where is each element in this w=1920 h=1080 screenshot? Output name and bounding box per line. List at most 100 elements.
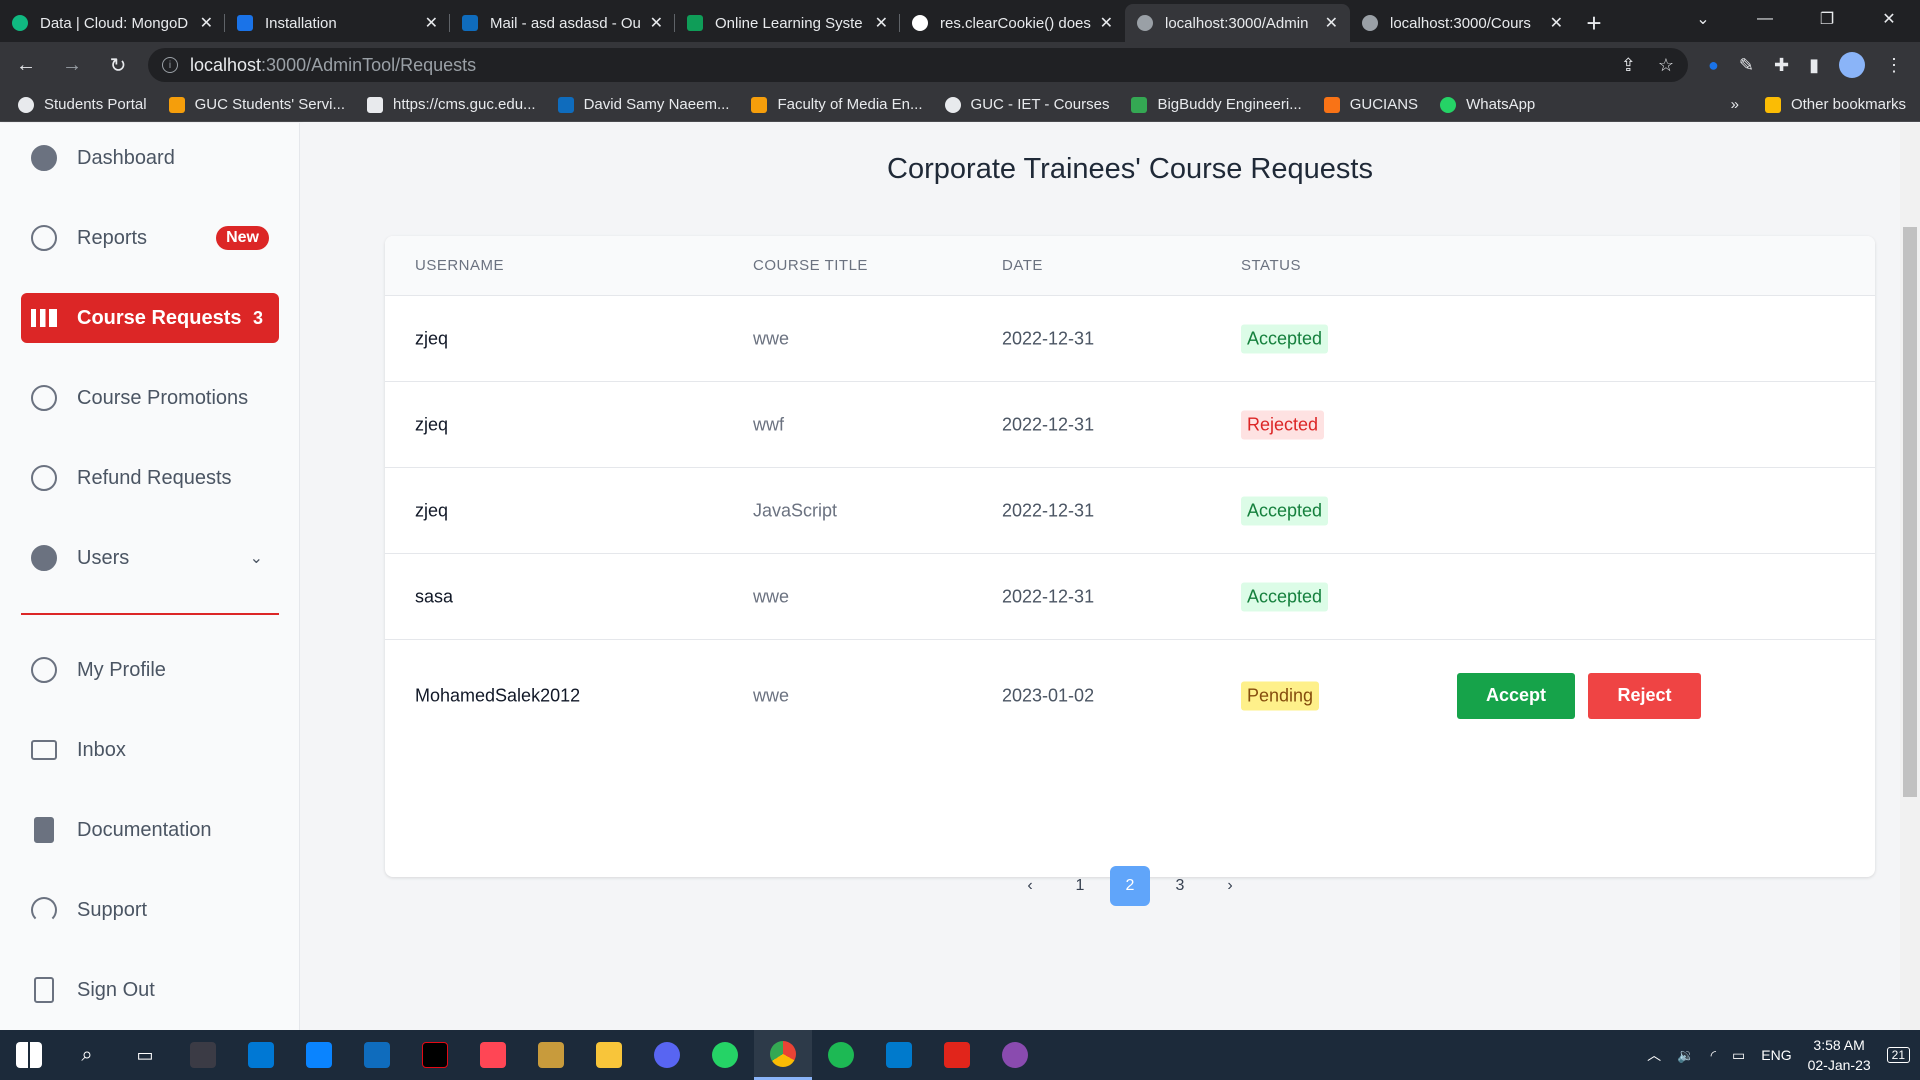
- predator-icon[interactable]: [174, 1030, 232, 1080]
- netflix-icon[interactable]: [406, 1030, 464, 1080]
- restore-icon[interactable]: ❐: [1796, 0, 1858, 38]
- sidebar-item-support[interactable]: Support: [21, 885, 279, 935]
- tab-search-icon[interactable]: ⌄: [1672, 0, 1734, 38]
- reject-button[interactable]: Reject: [1588, 672, 1701, 719]
- vscode-icon[interactable]: [870, 1030, 928, 1080]
- system-tray: ︿ 🔉 ◜ ▭ ENG 3:58 AM 02-Jan-23 21: [1647, 1035, 1920, 1075]
- valorant-icon[interactable]: [464, 1030, 522, 1080]
- close-icon[interactable]: ✕: [1325, 13, 1338, 33]
- spotify-icon[interactable]: [812, 1030, 870, 1080]
- sidebar-item-course-promotions[interactable]: Course Promotions: [21, 373, 279, 423]
- browser-tab[interactable]: Mail - asd asdasd - Ou ✕: [450, 4, 675, 42]
- page-button[interactable]: 1: [1060, 866, 1100, 906]
- bookmark[interactable]: WhatsApp: [1440, 96, 1535, 113]
- browser-tab[interactable]: Installation ✕: [225, 4, 450, 42]
- store-icon[interactable]: [232, 1030, 290, 1080]
- close-icon[interactable]: ✕: [200, 13, 213, 33]
- globe-icon: [944, 96, 961, 113]
- page-scrollbar[interactable]: [1900, 123, 1920, 1030]
- share-icon[interactable]: ⇪: [1621, 55, 1636, 76]
- file-explorer-icon[interactable]: [580, 1030, 638, 1080]
- star-icon[interactable]: ☆: [1658, 55, 1674, 76]
- next-page-button[interactable]: ›: [1210, 866, 1250, 906]
- profile-avatar[interactable]: [1838, 52, 1865, 78]
- search-icon[interactable]: ⌕: [58, 1030, 116, 1080]
- mail-app-icon[interactable]: [290, 1030, 348, 1080]
- volume-icon[interactable]: 🔉: [1677, 1047, 1694, 1064]
- bookmark[interactable]: Faculty of Media En...: [751, 96, 923, 113]
- browser-tab[interactable]: Online Learning Syste ✕: [675, 4, 900, 42]
- status-badge: Accepted: [1241, 496, 1329, 525]
- date-cell: 2022-12-31: [1002, 328, 1095, 348]
- sidebar-item-course-requests[interactable]: Course Requests 3: [21, 293, 279, 343]
- other-bookmarks[interactable]: Other bookmarks: [1764, 96, 1906, 113]
- sidebar-item-refund-requests[interactable]: Refund Requests: [21, 453, 279, 503]
- mail-icon: [31, 740, 57, 760]
- sidebar-item-my-profile[interactable]: My Profile: [21, 645, 279, 695]
- close-window-icon[interactable]: ✕: [1858, 0, 1920, 38]
- browser-tab-active[interactable]: localhost:3000/Admin ✕: [1125, 4, 1350, 42]
- browser-tab[interactable]: localhost:3000/Cours ✕: [1350, 4, 1575, 42]
- bookmark[interactable]: GUC Students' Servi...: [168, 96, 345, 113]
- sidebar-item-reports[interactable]: Reports New: [21, 213, 279, 263]
- sidebar-item-dashboard[interactable]: Dashboard: [21, 133, 279, 183]
- prev-page-button[interactable]: ‹: [1010, 866, 1050, 906]
- sidebar-item-users[interactable]: Users ⌄: [21, 533, 279, 583]
- discount-icon: [31, 385, 57, 411]
- whatsapp-app-icon[interactable]: [696, 1030, 754, 1080]
- outlook-app-icon[interactable]: [348, 1030, 406, 1080]
- outlook-icon: [557, 96, 574, 113]
- chrome-icon[interactable]: [754, 1030, 812, 1080]
- task-view-icon[interactable]: ▭: [116, 1030, 174, 1080]
- puzzle-icon[interactable]: ✚: [1774, 55, 1789, 76]
- address-bar[interactable]: i localhost:3000/AdminTool/Requests ⇪ ☆: [148, 48, 1688, 82]
- discord-icon[interactable]: [638, 1030, 696, 1080]
- outlook-icon: [462, 15, 478, 31]
- bookmark[interactable]: Students Portal: [18, 96, 147, 113]
- info-icon[interactable]: i: [162, 57, 178, 73]
- bookmark[interactable]: GUC - IET - Courses: [944, 96, 1109, 113]
- new-tab-button[interactable]: +: [1575, 4, 1613, 42]
- reload-icon[interactable]: ↻: [98, 45, 138, 85]
- pen-icon[interactable]: ✎: [1739, 55, 1754, 76]
- globe-icon: [18, 96, 34, 113]
- page-button-current[interactable]: 2: [1110, 866, 1150, 906]
- browser-tab[interactable]: Data | Cloud: MongoD ✕: [0, 4, 225, 42]
- sidebar-item-sign-out[interactable]: Sign Out: [21, 965, 279, 1015]
- windows-start-icon[interactable]: [0, 1030, 58, 1080]
- clock[interactable]: 3:58 AM 02-Jan-23: [1808, 1035, 1871, 1075]
- chevron-up-icon[interactable]: ︿: [1647, 1045, 1661, 1065]
- browser-tab[interactable]: res.clearCookie() does ✕: [900, 4, 1125, 42]
- notifications-icon[interactable]: 21: [1886, 1047, 1910, 1063]
- battery-icon[interactable]: ▭: [1732, 1047, 1745, 1064]
- close-icon[interactable]: ✕: [425, 13, 438, 33]
- menu-icon[interactable]: ⋮: [1885, 55, 1903, 76]
- accept-button[interactable]: Accept: [1457, 672, 1575, 719]
- page-button[interactable]: 3: [1160, 866, 1200, 906]
- forward-icon[interactable]: →: [52, 45, 92, 85]
- acrobat-icon[interactable]: [928, 1030, 986, 1080]
- extension-icon[interactable]: ●: [1708, 55, 1719, 76]
- close-icon[interactable]: ✕: [1550, 13, 1563, 33]
- side-panel-icon[interactable]: ▮: [1809, 55, 1819, 76]
- sidebar-item-inbox[interactable]: Inbox: [21, 725, 279, 775]
- language-indicator[interactable]: ENG: [1761, 1047, 1791, 1063]
- bookmark[interactable]: BigBuddy Engineeri...: [1131, 96, 1302, 113]
- scrollbar-thumb[interactable]: [1903, 227, 1917, 797]
- league-icon[interactable]: [522, 1030, 580, 1080]
- sidebar-item-documentation[interactable]: Documentation: [21, 805, 279, 855]
- close-icon[interactable]: ✕: [650, 13, 663, 33]
- github-desktop-icon[interactable]: [986, 1030, 1044, 1080]
- more-bookmarks-icon[interactable]: »: [1731, 96, 1739, 113]
- username-cell: sasa: [415, 586, 454, 606]
- library-icon: [31, 309, 57, 327]
- bookmark[interactable]: David Samy Naeem...: [557, 96, 729, 113]
- bookmark[interactable]: GUCIANS: [1323, 96, 1418, 113]
- close-icon[interactable]: ✕: [1100, 13, 1113, 33]
- bookmark[interactable]: https://cms.guc.edu...: [366, 96, 536, 113]
- wifi-icon[interactable]: ◜: [1711, 1047, 1716, 1064]
- username-cell: zjeq: [415, 414, 449, 434]
- back-icon[interactable]: ←: [6, 45, 46, 85]
- close-icon[interactable]: ✕: [875, 13, 888, 33]
- minimize-icon[interactable]: —: [1734, 0, 1796, 38]
